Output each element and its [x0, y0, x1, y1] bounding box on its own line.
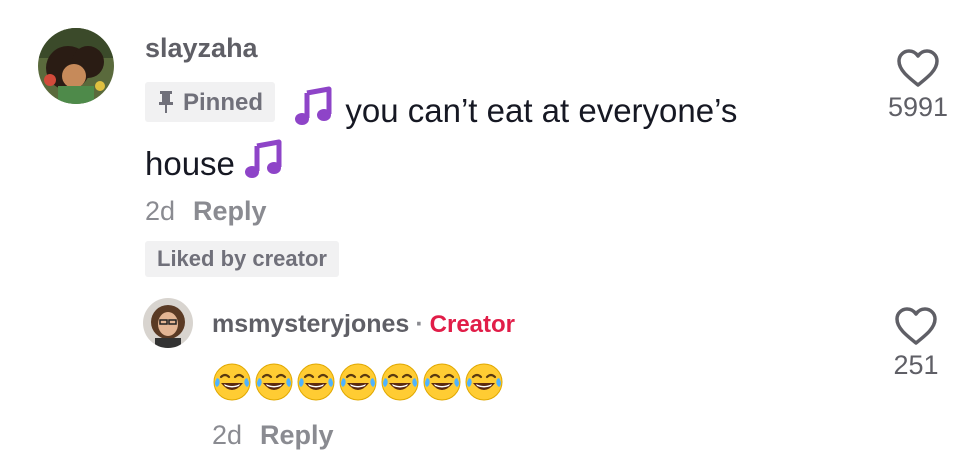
liked-by-creator-badge: Liked by creator: [145, 241, 339, 277]
musical-notes-icon: [245, 139, 282, 178]
avatar[interactable]: [38, 28, 114, 104]
comment-like: 5991: [873, 48, 963, 123]
separator-dot: ·: [415, 310, 424, 338]
reply-username[interactable]: msmysteryjones: [212, 310, 409, 338]
musical-notes-icon: [294, 86, 337, 128]
comment-username[interactable]: slayzaha: [145, 33, 258, 64]
creator-tag: Creator: [429, 311, 516, 338]
reply-username-line: msmysteryjones · Creator: [212, 310, 515, 339]
reply-button[interactable]: Reply: [193, 196, 267, 226]
heart-outline-icon[interactable]: [894, 306, 938, 346]
comment-text: Pinned you can’t eat at everyone’s house: [145, 82, 845, 190]
tears-of-joy-emoji-icon: [423, 363, 461, 401]
reply-like: 251: [871, 306, 961, 381]
tears-of-joy-emoji-icon: [465, 363, 503, 401]
reply-time: 2d: [212, 420, 243, 450]
tears-of-joy-emoji-icon: [339, 363, 377, 401]
tears-of-joy-emoji-icon: [255, 363, 293, 401]
reply-text: [212, 362, 504, 402]
reply-meta: 2d Reply: [212, 420, 334, 451]
heart-outline-icon[interactable]: [896, 48, 940, 88]
reply-item: msmysteryjones · Creator 2d Reply 251: [0, 290, 980, 463]
tears-of-joy-emoji-icon: [297, 363, 335, 401]
comment-time: 2d: [145, 196, 176, 226]
reply-avatar[interactable]: [143, 298, 193, 348]
tears-of-joy-emoji-icon: [381, 363, 419, 401]
comment-text-line1: you can’t eat at everyone’s: [345, 92, 738, 129]
pinned-label: Pinned: [183, 88, 264, 116]
reply-like-count: 251: [893, 350, 939, 380]
comment-meta: 2d Reply: [145, 196, 267, 227]
like-count: 5991: [887, 92, 949, 122]
reply-button[interactable]: Reply: [260, 420, 334, 450]
comment-item: slayzaha Pinned you can’t eat at everyon…: [0, 0, 980, 290]
tears-of-joy-emoji-icon: [213, 363, 251, 401]
comment-text-line2: house: [145, 145, 235, 182]
pin-icon: [159, 91, 173, 113]
pinned-badge: Pinned: [145, 82, 276, 122]
